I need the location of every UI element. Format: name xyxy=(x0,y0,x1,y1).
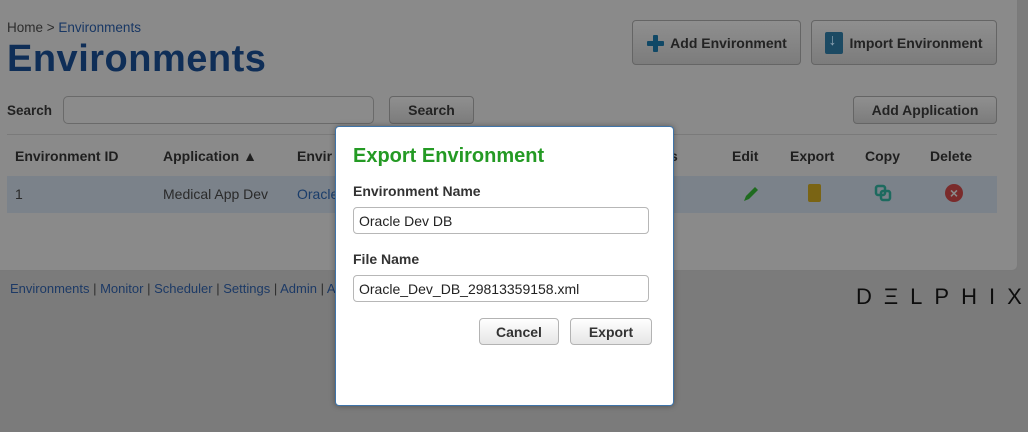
search-button[interactable]: Search xyxy=(389,96,474,124)
pencil-icon[interactable] xyxy=(741,184,761,204)
export-icon[interactable] xyxy=(808,184,821,202)
cell-environment-link[interactable]: Oracle xyxy=(297,186,338,202)
column-header-copy: Copy xyxy=(865,148,900,164)
breadcrumb: Home > Environments xyxy=(7,20,141,35)
footer-link-admin[interactable]: Admin xyxy=(280,281,317,296)
footer-separator: | xyxy=(316,281,327,296)
add-environment-label: Add Environment xyxy=(670,34,787,51)
cell-environment-id: 1 xyxy=(15,186,23,202)
search-input[interactable] xyxy=(63,96,374,124)
file-name-label: File Name xyxy=(353,251,420,267)
breadcrumb-home[interactable]: Home xyxy=(7,20,43,35)
file-name-field[interactable] xyxy=(353,275,649,302)
environment-name-field[interactable] xyxy=(353,207,649,234)
footer-separator: | xyxy=(89,281,101,296)
footer-link-environments[interactable]: Environments xyxy=(10,281,89,296)
footer-link-scheduler[interactable]: Scheduler xyxy=(154,281,213,296)
column-header-export: Export xyxy=(790,148,835,164)
plus-icon xyxy=(646,34,665,52)
export-button[interactable]: Export xyxy=(570,318,652,345)
cancel-button[interactable]: Cancel xyxy=(479,318,559,345)
import-icon xyxy=(825,31,844,54)
import-environment-button[interactable]: Import Environment xyxy=(811,20,997,65)
import-environment-label: Import Environment xyxy=(849,34,983,51)
add-application-button[interactable]: Add Application xyxy=(853,96,997,124)
dialog-title: Export Environment xyxy=(353,145,545,167)
column-header-delete: Delete xyxy=(930,148,973,164)
add-environment-button[interactable]: Add Environment xyxy=(632,20,801,65)
delete-icon[interactable]: × xyxy=(945,184,963,202)
footer-separator: | xyxy=(270,281,281,296)
copy-icon[interactable] xyxy=(874,184,892,202)
footer-nav: Environments | Monitor | Scheduler | Set… xyxy=(10,281,336,296)
column-header-environment[interactable]: Envir xyxy=(297,148,332,164)
footer-separator: | xyxy=(212,281,224,296)
breadcrumb-current[interactable]: Environments xyxy=(58,20,141,35)
column-header-environment-id[interactable]: Environment ID xyxy=(15,148,118,164)
export-environment-dialog: Export Environment Environment Name File… xyxy=(335,126,674,406)
page-title: Environments xyxy=(7,38,267,80)
environment-name-label: Environment Name xyxy=(353,183,481,199)
search-label: Search xyxy=(7,103,53,118)
cell-application: Medical App Dev xyxy=(163,186,269,202)
column-header-edit: Edit xyxy=(732,148,759,164)
footer-link-monitor[interactable]: Monitor xyxy=(100,281,143,296)
breadcrumb-separator: > xyxy=(43,20,59,35)
column-header-application[interactable]: Application ▲ xyxy=(163,148,257,164)
footer-link-settings[interactable]: Settings xyxy=(223,281,270,296)
delphix-logo: DΞLPHIX xyxy=(856,284,1028,309)
footer-separator: | xyxy=(143,281,155,296)
